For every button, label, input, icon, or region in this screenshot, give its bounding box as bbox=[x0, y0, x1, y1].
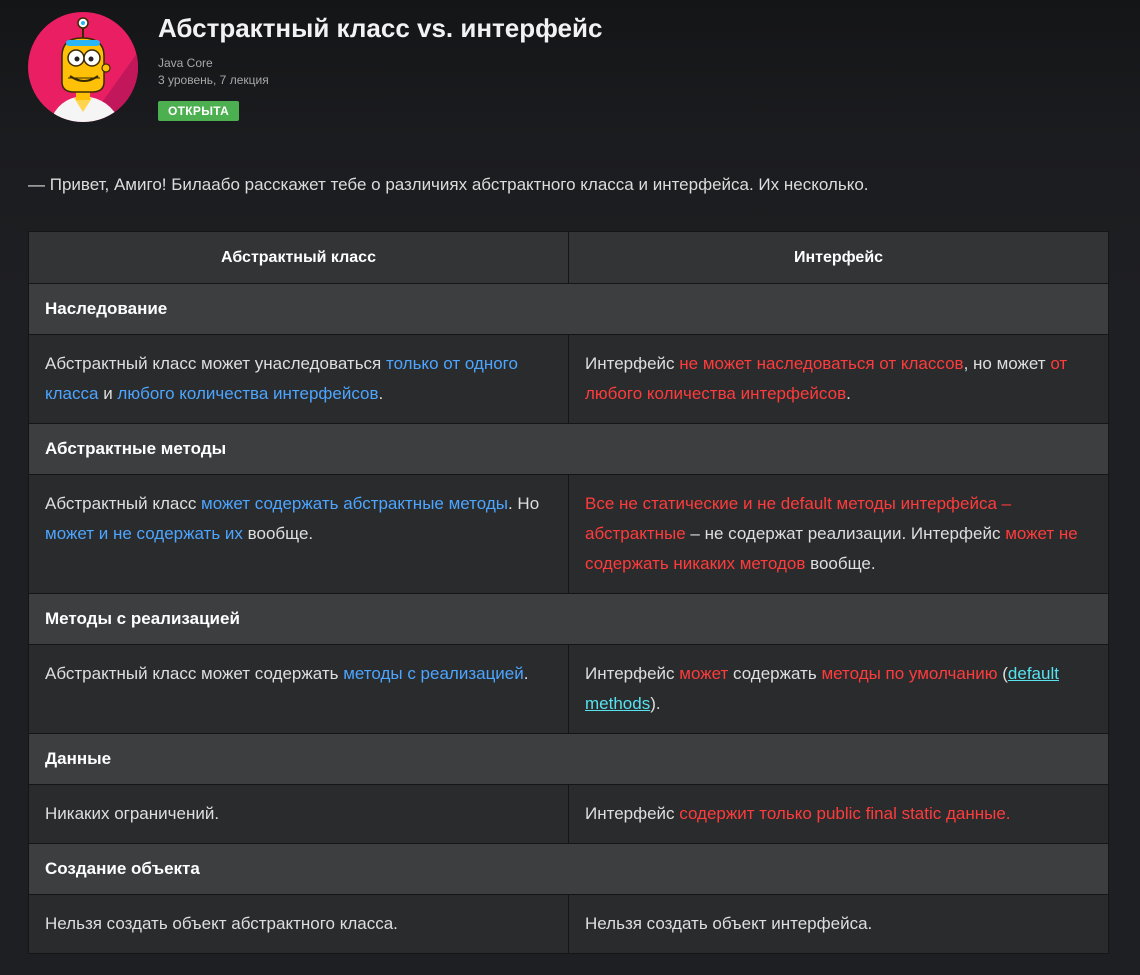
section-row: Создание объекта bbox=[28, 843, 1109, 895]
section-row: Абстрактные методы bbox=[28, 423, 1109, 475]
abstract-class-cell: Абстрактный класс может унаследоваться т… bbox=[28, 334, 569, 424]
course-name[interactable]: Java Core bbox=[158, 56, 602, 71]
abstract-class-cell: Никаких ограничений. bbox=[28, 784, 569, 844]
cell-text: , но может bbox=[963, 354, 1051, 373]
cell-text: Интерфейс bbox=[585, 804, 680, 823]
cell-text: и bbox=[98, 384, 118, 403]
table-row: Нельзя создать объект абстрактного класс… bbox=[28, 894, 1109, 954]
interface-cell: Нельзя создать объект интерфейса. bbox=[568, 894, 1109, 954]
highlighted-text: может и не содержать их bbox=[45, 524, 243, 543]
cell-text: содержать bbox=[728, 664, 822, 683]
highlighted-text: может bbox=[679, 664, 729, 683]
cell-text: ). bbox=[650, 694, 661, 713]
cell-text: вообще. bbox=[242, 524, 314, 543]
course-level: 3 уровень, 7 лекция bbox=[158, 73, 269, 87]
status-badge: ОТКРЫТА bbox=[158, 101, 240, 121]
highlighted-text: содержит только public final static данн… bbox=[679, 804, 1011, 823]
interface-cell: Интерфейс содержит только public final s… bbox=[568, 784, 1109, 844]
interface-cell: Все не статические и не default методы и… bbox=[568, 474, 1109, 594]
highlighted-text: не может наследоваться от классов bbox=[679, 354, 964, 373]
abstract-class-cell: Нельзя создать объект абстрактного класс… bbox=[28, 894, 569, 954]
highlighted-text: методы по умолчанию bbox=[821, 664, 998, 683]
cell-text: Интерфейс bbox=[585, 354, 680, 373]
cell-text: Абстрактный класс bbox=[45, 494, 202, 513]
table-row: Абстрактный класс может унаследоваться т… bbox=[28, 334, 1109, 424]
section-title: Наследование bbox=[28, 283, 1109, 335]
table-row: Никаких ограничений. Интерфейс содержит т… bbox=[28, 784, 1109, 844]
section-title: Методы с реализацией bbox=[28, 593, 1109, 645]
page-title: Абстрактный класс vs. интерфейс bbox=[158, 13, 603, 43]
cell-text: ( bbox=[997, 664, 1008, 683]
cell-text: Никаких ограничений. bbox=[45, 804, 220, 823]
highlighted-text: методы с реализацией bbox=[343, 664, 524, 683]
cell-text: . bbox=[523, 664, 529, 683]
section-title: Абстрактные методы bbox=[28, 423, 1109, 475]
section-row: Наследование bbox=[28, 283, 1109, 335]
intro-text: — Привет, Амиго! Билаабо расскажет тебе … bbox=[28, 175, 869, 194]
section-row: Данные bbox=[28, 733, 1109, 785]
interface-cell: Интерфейс может содержать методы по умол… bbox=[568, 644, 1109, 734]
cell-text: Абстрактный класс может унаследоваться bbox=[45, 354, 386, 373]
cell-text: – не содержат реализации. Интерфейс bbox=[685, 524, 1006, 543]
abstract-class-cell: Абстрактный класс может содержать методы… bbox=[28, 644, 569, 734]
comparison-table: Абстрактный класс Интерфейс Наследование… bbox=[28, 231, 1109, 954]
cell-text: Интерфейс bbox=[585, 664, 680, 683]
highlighted-text: любого количества интерфейсов bbox=[117, 384, 379, 403]
lesson-header: Абстрактный класс vs. интерфейс Java Cor… bbox=[28, 12, 1118, 122]
table-row: Абстрактный класс может содержать абстра… bbox=[28, 474, 1109, 594]
lesson-title-block: Абстрактный класс vs. интерфейс Java Cor… bbox=[158, 12, 602, 121]
cell-text: Абстрактный класс может содержать bbox=[45, 664, 344, 683]
table-body: Наследование Абстрактный класс может унас… bbox=[28, 283, 1109, 954]
cell-text: Нельзя создать объект интерфейса. bbox=[585, 914, 873, 933]
cell-text: . Но bbox=[507, 494, 540, 513]
table-header-row: Абстрактный класс Интерфейс bbox=[28, 231, 1109, 284]
table-row: Абстрактный класс может содержать методы… bbox=[28, 644, 1109, 734]
cell-text: . bbox=[846, 384, 851, 403]
highlighted-text: может содержать абстрактные методы bbox=[201, 494, 508, 513]
section-title: Создание объекта bbox=[28, 843, 1109, 895]
abstract-class-cell: Абстрактный класс может содержать абстра… bbox=[28, 474, 569, 594]
section-row: Методы с реализацией bbox=[28, 593, 1109, 645]
cell-text: вообще. bbox=[805, 554, 876, 573]
cell-text: Нельзя создать объект абстрактного класс… bbox=[45, 914, 398, 933]
column-header-interface: Интерфейс bbox=[568, 231, 1109, 284]
cell-text: . bbox=[378, 384, 384, 403]
section-title: Данные bbox=[28, 733, 1109, 785]
robot-character-icon bbox=[28, 12, 138, 122]
column-header-abstract-class: Абстрактный класс bbox=[28, 231, 569, 284]
interface-cell: Интерфейс не может наследоваться от клас… bbox=[568, 334, 1109, 424]
